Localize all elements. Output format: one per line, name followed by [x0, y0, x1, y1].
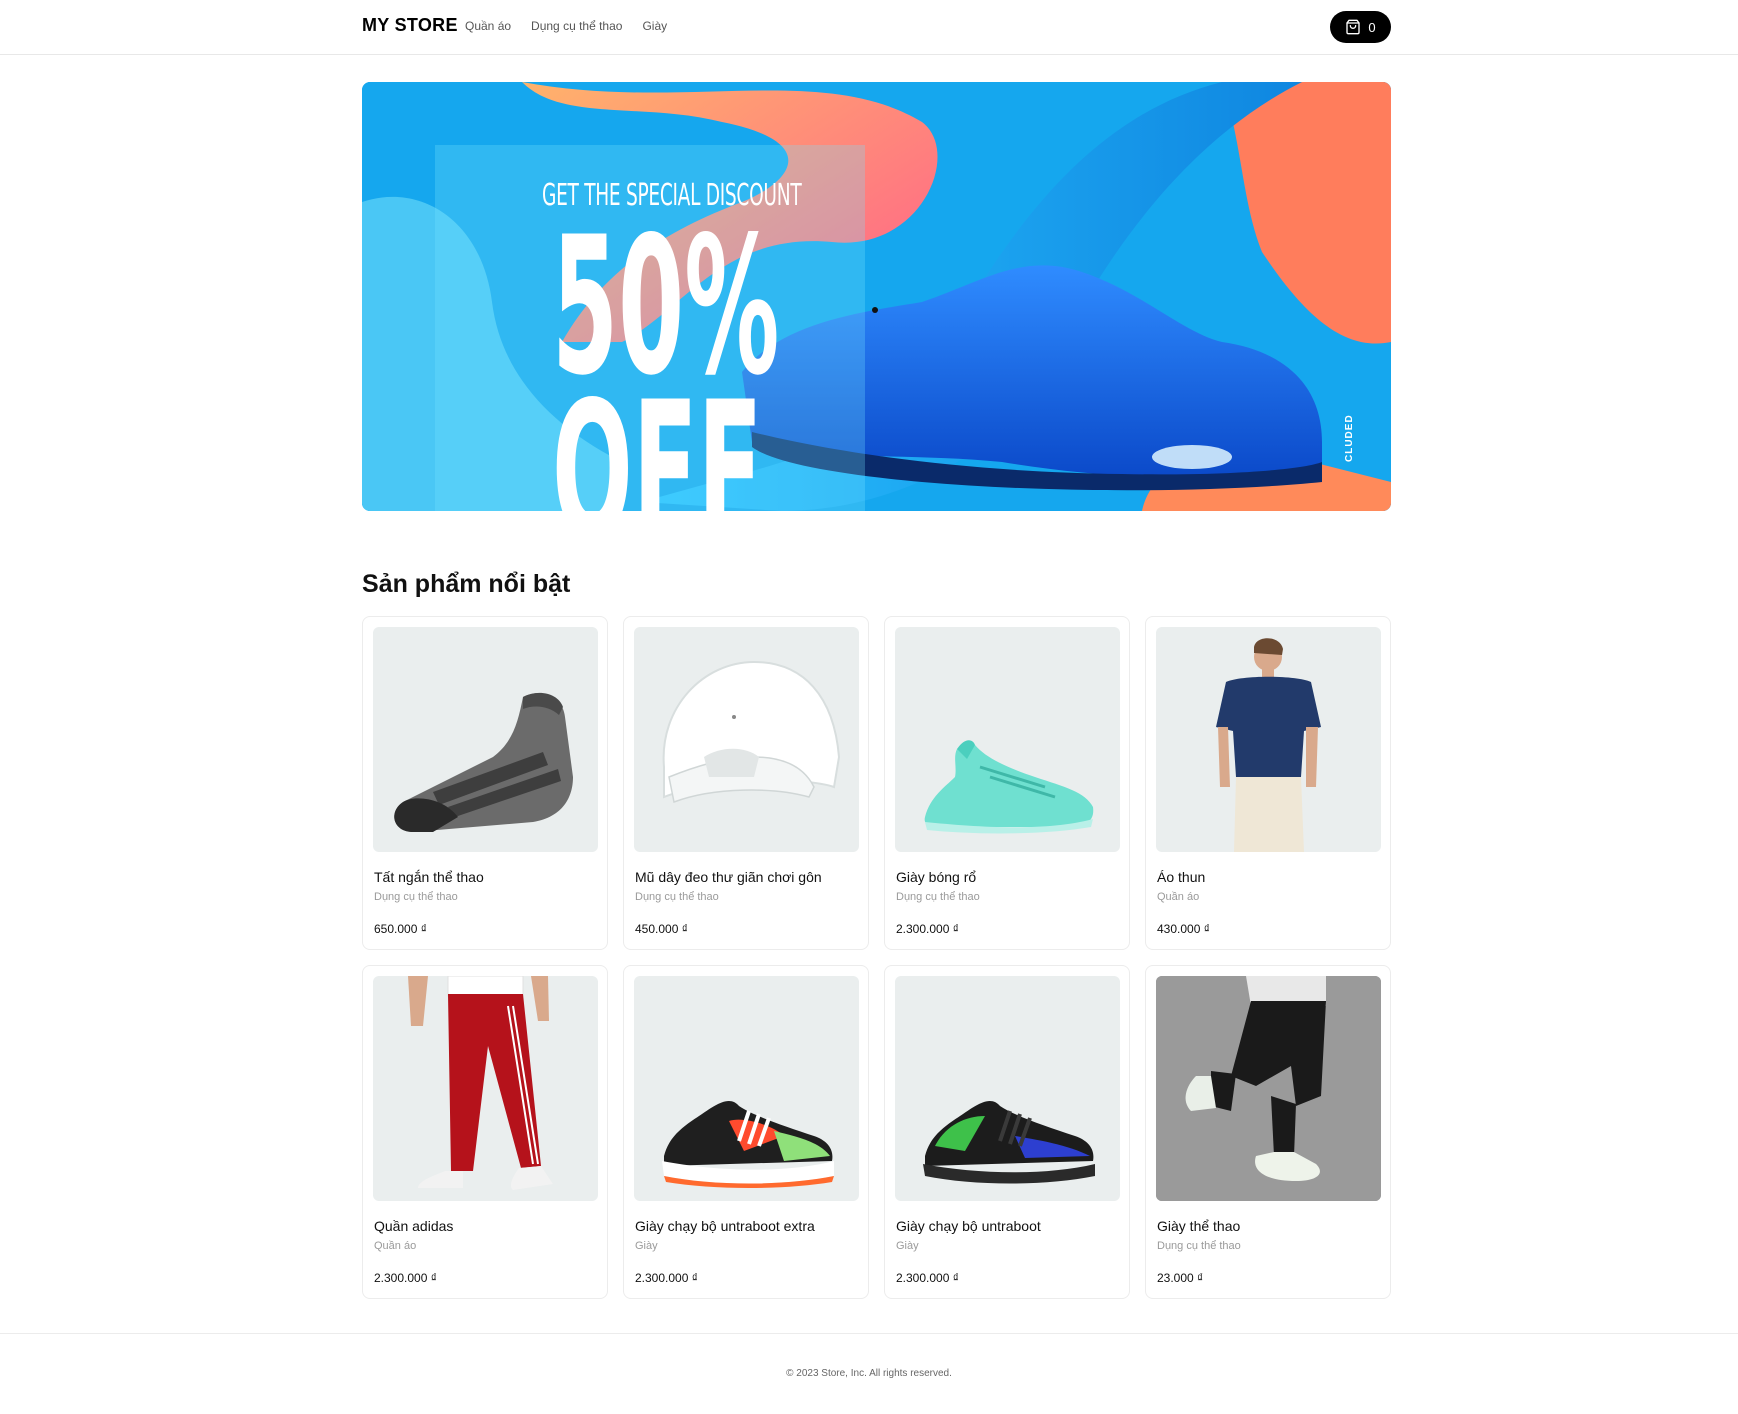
banner-side-text: CLUDED [1344, 414, 1355, 462]
nav-link-sports-equipment[interactable]: Dụng cụ thể thao [531, 19, 622, 33]
product-name[interactable]: Giày bóng rổ [896, 869, 976, 885]
cart-button[interactable]: 0 [1330, 11, 1391, 43]
product-price: 2.300.000 ₫ [635, 1271, 698, 1285]
product-name[interactable]: Giày chạy bộ untraboot extra [635, 1218, 815, 1234]
carousel-dot[interactable] [872, 307, 878, 313]
product-name[interactable]: Áo thun [1157, 869, 1205, 885]
store-logo[interactable]: MY STORE [362, 15, 458, 36]
product-price: 650.000 ₫ [374, 922, 427, 936]
running-shoe-dark-icon [923, 1100, 1095, 1184]
footer-divider [0, 1333, 1738, 1334]
product-card[interactable]: Giày thể thao Dụng cụ thể thao 23.000 ₫ [1145, 965, 1391, 1299]
pants-model-icon [408, 976, 553, 1190]
product-price: 2.300.000 ₫ [896, 922, 959, 936]
product-image[interactable] [634, 627, 859, 852]
product-card[interactable]: Giày chạy bộ untraboot extra Giày 2.300.… [623, 965, 869, 1299]
sneaker-model-icon [1156, 976, 1381, 1201]
product-image[interactable] [634, 976, 859, 1201]
product-card[interactable]: Mũ dây đeo thư giãn chơi gôn Dụng cụ thể… [623, 616, 869, 950]
product-category: Dụng cụ thể thao [374, 891, 458, 903]
hero-banner[interactable]: GET THE SPECIAL DISCOUNT 50% OFF CLUDED [362, 82, 1391, 511]
sock-icon [394, 692, 573, 832]
product-price: 23.000 ₫ [1157, 1271, 1204, 1285]
product-image[interactable] [895, 627, 1120, 852]
product-name[interactable]: Tất ngắn thể thao [374, 869, 484, 885]
featured-products-title: Sản phẩm nổi bật [362, 570, 571, 598]
product-category: Dụng cụ thể thao [1157, 1240, 1241, 1252]
product-name[interactable]: Mũ dây đeo thư giãn chơi gôn [635, 869, 822, 885]
main-nav: Quần áo Dụng cụ thể thao Giày [465, 19, 667, 33]
product-card[interactable]: Tất ngắn thể thao Dụng cụ thể thao 650.0… [362, 616, 608, 950]
product-price: 2.300.000 ₫ [896, 1271, 959, 1285]
product-grid: Tất ngắn thể thao Dụng cụ thể thao 650.0… [362, 616, 1391, 1299]
product-image[interactable] [373, 627, 598, 852]
product-card[interactable]: Giày chạy bộ untraboot Giày 2.300.000 ₫ [884, 965, 1130, 1299]
product-category: Quần áo [374, 1240, 417, 1252]
product-category: Dụng cụ thể thao [896, 891, 980, 903]
product-card[interactable]: Quần adidas Quần áo 2.300.000 ₫ [362, 965, 608, 1299]
nav-link-clothing[interactable]: Quần áo [465, 19, 511, 33]
product-price: 430.000 ₫ [1157, 922, 1210, 936]
running-shoe-icon [662, 1100, 834, 1188]
product-price: 450.000 ₫ [635, 922, 688, 936]
footer-copyright: © 2023 Store, Inc. All rights reserved. [786, 1368, 952, 1379]
basketball-shoe-icon [924, 740, 1094, 834]
product-image[interactable] [373, 976, 598, 1201]
product-card[interactable]: Giày bóng rổ Dụng cụ thể thao 2.300.000 … [884, 616, 1130, 950]
site-header: MY STORE Quần áo Dụng cụ thể thao Giày 0 [0, 0, 1738, 55]
product-name[interactable]: Giày chạy bộ untraboot [896, 1218, 1041, 1234]
product-category: Quần áo [1157, 891, 1200, 903]
nav-link-shoes[interactable]: Giày [642, 19, 667, 33]
product-name[interactable]: Giày thể thao [1157, 1218, 1240, 1234]
banner-off: OFF [552, 361, 763, 512]
shopping-bag-icon [1346, 19, 1361, 35]
product-category: Giày [635, 1240, 658, 1252]
product-category: Dụng cụ thể thao [635, 891, 719, 903]
product-image[interactable] [895, 976, 1120, 1201]
cap-icon [662, 660, 841, 804]
product-card[interactable]: Áo thun Quần áo 430.000 ₫ [1145, 616, 1391, 950]
product-price: 2.300.000 ₫ [374, 1271, 437, 1285]
product-image[interactable] [1156, 627, 1381, 852]
product-category: Giày [896, 1240, 919, 1252]
product-name[interactable]: Quần adidas [374, 1218, 453, 1234]
product-image[interactable] [1156, 976, 1381, 1201]
tshirt-model-icon [1216, 638, 1321, 852]
cart-count: 0 [1368, 19, 1376, 35]
